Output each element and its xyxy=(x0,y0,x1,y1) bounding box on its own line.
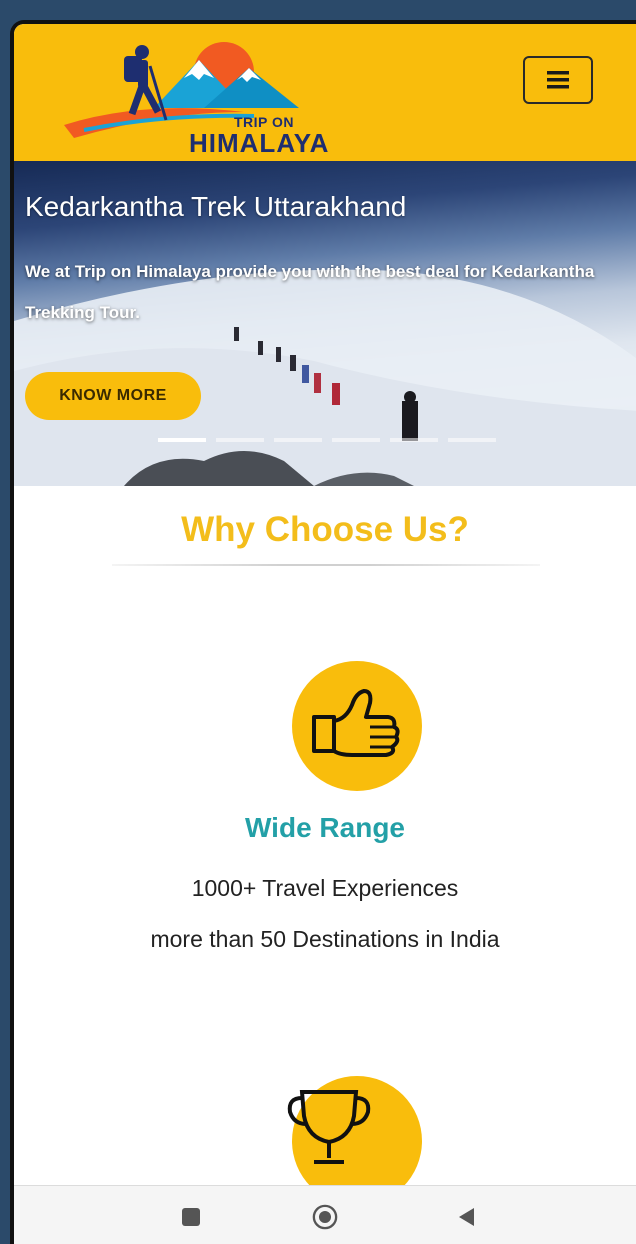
carousel-indicator[interactable] xyxy=(158,438,206,442)
home-icon xyxy=(312,1204,338,1230)
home-button[interactable] xyxy=(312,1204,338,1230)
screen: TRIP ON HIMALAYA Kedarkantha Trek Uttara… xyxy=(14,24,636,1244)
back-icon xyxy=(459,1208,474,1226)
back-button[interactable] xyxy=(454,1204,480,1230)
section-title: Why Choose Us? xyxy=(181,510,469,549)
carousel-indicator[interactable] xyxy=(390,438,438,442)
logo[interactable]: TRIP ON HIMALAYA xyxy=(54,30,344,158)
know-more-button[interactable]: KNOW MORE xyxy=(25,372,201,420)
hamburger-icon xyxy=(547,71,569,89)
system-nav-bar xyxy=(14,1185,636,1244)
feature-text-line: 1000+ Travel Experiences xyxy=(191,875,459,901)
recent-apps-icon xyxy=(182,1208,200,1226)
thumbs-up-icon xyxy=(312,689,400,757)
menu-button[interactable] xyxy=(523,56,593,104)
section-divider xyxy=(112,564,540,566)
trophy-icon xyxy=(287,1090,371,1164)
site-header: TRIP ON HIMALAYA xyxy=(14,24,636,161)
recent-apps-button[interactable] xyxy=(178,1204,204,1230)
carousel-indicator[interactable] xyxy=(216,438,264,442)
phone-frame: TRIP ON HIMALAYA Kedarkantha Trek Uttara… xyxy=(10,20,636,1244)
feature-title: Wide Range xyxy=(245,812,405,843)
carousel-indicators xyxy=(158,438,496,442)
carousel-indicator[interactable] xyxy=(332,438,380,442)
hero-description: We at Trip on Himalaya provide you with … xyxy=(25,262,595,322)
logo-text-big: HIMALAYA xyxy=(189,128,330,158)
hero-banner: Kedarkantha Trek Uttarakhand We at Trip … xyxy=(14,161,636,486)
feature-text-line: more than 50 Destinations in India xyxy=(150,926,500,952)
carousel-indicator[interactable] xyxy=(448,438,496,442)
feature-icon-circle xyxy=(292,661,422,791)
hero-title: Kedarkantha Trek Uttarakhand xyxy=(25,191,407,222)
carousel-indicator[interactable] xyxy=(274,438,322,442)
